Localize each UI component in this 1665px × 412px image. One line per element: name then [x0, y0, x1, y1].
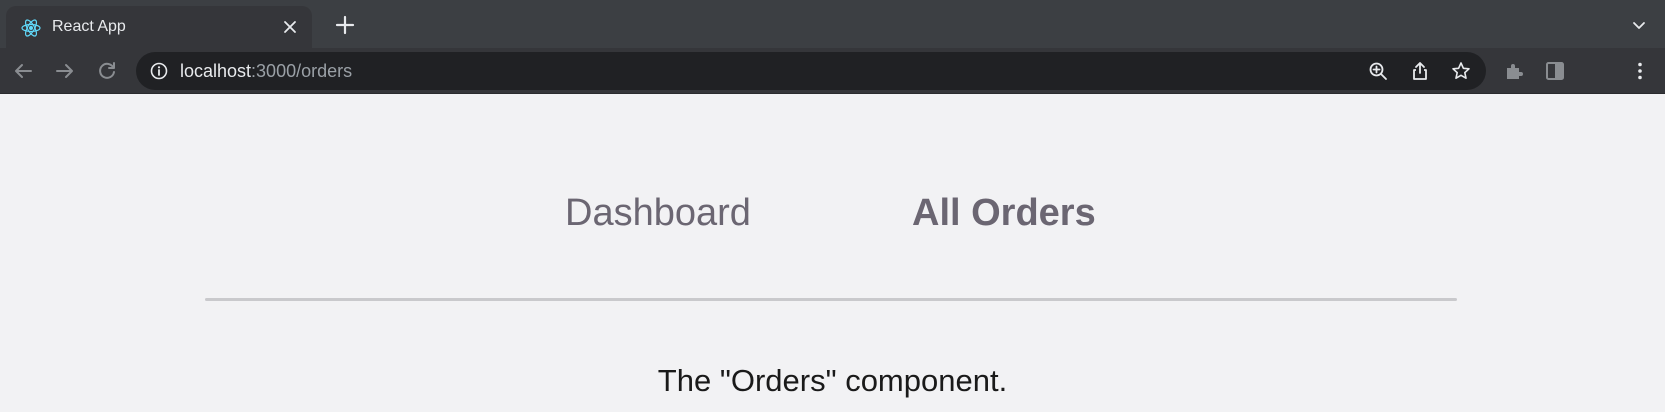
divider	[205, 298, 1457, 301]
url-host: localhost	[180, 61, 252, 81]
address-bar[interactable]: localhost:3000/orders	[136, 52, 1486, 90]
page-content: Dashboard All Orders The "Orders" compon…	[0, 95, 1665, 412]
info-icon[interactable]	[148, 60, 170, 82]
kebab-menu-icon[interactable]	[1626, 57, 1654, 85]
orders-component-text: The "Orders" component.	[657, 363, 1008, 398]
url-path: :3000/orders	[251, 61, 353, 81]
back-arrow-icon[interactable]	[9, 57, 37, 85]
tab-strip: React App	[0, 0, 1665, 48]
zoom-icon[interactable]	[1366, 59, 1390, 83]
browser-tab[interactable]: React App	[6, 6, 312, 48]
forward-arrow-icon[interactable]	[51, 57, 79, 85]
url-text[interactable]: localhost:3000/orders	[180, 61, 352, 81]
react-logo-icon	[20, 17, 42, 39]
chevron-down-icon[interactable]	[1628, 14, 1650, 36]
tab-title: React App	[52, 18, 126, 35]
browser-toolbar: localhost:3000/orders	[0, 48, 1665, 94]
nav-link-all-orders[interactable]: All Orders	[912, 191, 1096, 235]
share-icon[interactable]	[1408, 59, 1432, 83]
reload-icon[interactable]	[93, 57, 121, 85]
star-icon[interactable]	[1449, 59, 1473, 83]
new-tab-icon[interactable]	[332, 12, 358, 38]
nav-link-dashboard[interactable]: Dashboard	[565, 191, 751, 235]
extensions-icon[interactable]	[1500, 57, 1528, 85]
close-icon[interactable]	[280, 17, 300, 37]
side-panel-icon[interactable]	[1541, 57, 1569, 85]
